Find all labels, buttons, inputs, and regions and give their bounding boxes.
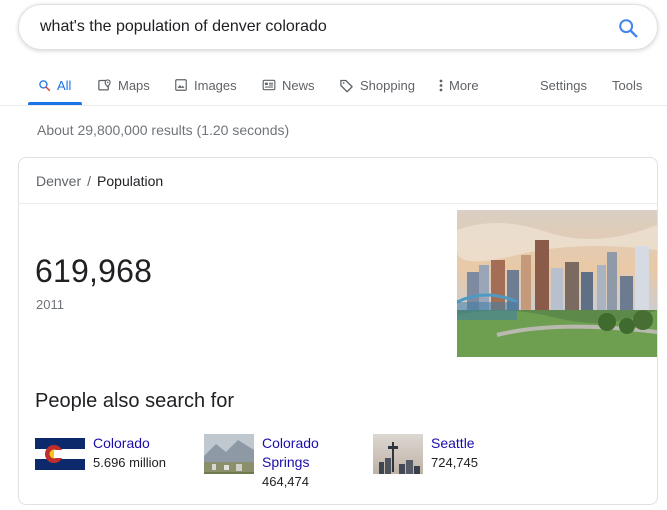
- tag-icon: [339, 78, 354, 93]
- denver-skyline-image[interactable]: [457, 210, 657, 357]
- search-icon[interactable]: [617, 17, 639, 39]
- tab-all[interactable]: All: [38, 76, 71, 94]
- population-year: 2011: [36, 297, 64, 312]
- pasf-text: Seattle 724,745: [431, 434, 478, 474]
- colorado-flag-icon: [35, 434, 85, 474]
- pasf-name[interactable]: Colorado Springs: [262, 434, 326, 472]
- map-pin-icon: [97, 78, 112, 93]
- tab-label: More: [449, 77, 479, 93]
- pasf-item-seattle[interactable]: Seattle 724,745: [373, 434, 478, 474]
- pasf-value: 5.696 million: [93, 455, 166, 470]
- search-tabs: All Maps Images News Shopping More Setti…: [0, 64, 667, 106]
- search-bar[interactable]: what's the population of denver colorado: [18, 4, 658, 50]
- tab-news[interactable]: News: [262, 76, 315, 94]
- results-stats: About 29,800,000 results (1.20 seconds): [37, 122, 290, 138]
- tab-images[interactable]: Images: [174, 76, 237, 94]
- tab-maps[interactable]: Maps: [97, 76, 150, 94]
- tab-more[interactable]: More: [439, 76, 479, 94]
- news-icon: [262, 78, 276, 92]
- search-input[interactable]: what's the population of denver colorado: [40, 18, 327, 36]
- breadcrumb-separator: /: [87, 173, 92, 189]
- population-value: 619,968: [35, 253, 153, 289]
- active-tab-indicator: [28, 102, 82, 105]
- knowledge-card: Denver / Population 619,968 2011 People …: [18, 157, 658, 505]
- pasf-item-colorado[interactable]: Colorado 5.696 million: [35, 434, 166, 474]
- search-icon: [38, 79, 51, 92]
- pasf-name[interactable]: Colorado: [93, 434, 166, 453]
- settings-link[interactable]: Settings: [540, 76, 587, 94]
- tools-label: Tools: [612, 77, 643, 93]
- breadcrumb: Denver / Population: [36, 173, 163, 189]
- colorado-springs-photo: [204, 434, 254, 474]
- pasf-heading: People also search for: [35, 390, 235, 412]
- pasf-item-colorado-springs[interactable]: Colorado Springs 464,474: [204, 434, 326, 491]
- image-icon: [174, 78, 188, 92]
- tab-label: Images: [194, 77, 237, 93]
- more-vert-icon: [439, 79, 443, 92]
- breadcrumb-attribute: Population: [97, 173, 164, 189]
- breadcrumb-entity-link[interactable]: Denver: [36, 173, 81, 189]
- tab-label: News: [282, 77, 315, 93]
- pasf-text: Colorado Springs 464,474: [262, 434, 326, 491]
- settings-label: Settings: [540, 77, 587, 93]
- pasf-name[interactable]: Seattle: [431, 434, 478, 453]
- divider: [19, 203, 657, 204]
- tab-shopping[interactable]: Shopping: [339, 76, 415, 94]
- tab-label: Shopping: [360, 77, 415, 93]
- tab-label: Maps: [118, 77, 150, 93]
- tab-label: All: [57, 77, 72, 93]
- pasf-value: 464,474: [262, 474, 309, 489]
- seattle-photo: [373, 434, 423, 474]
- pasf-value: 724,745: [431, 455, 478, 470]
- pasf-text: Colorado 5.696 million: [93, 434, 166, 474]
- tools-link[interactable]: Tools: [612, 76, 642, 94]
